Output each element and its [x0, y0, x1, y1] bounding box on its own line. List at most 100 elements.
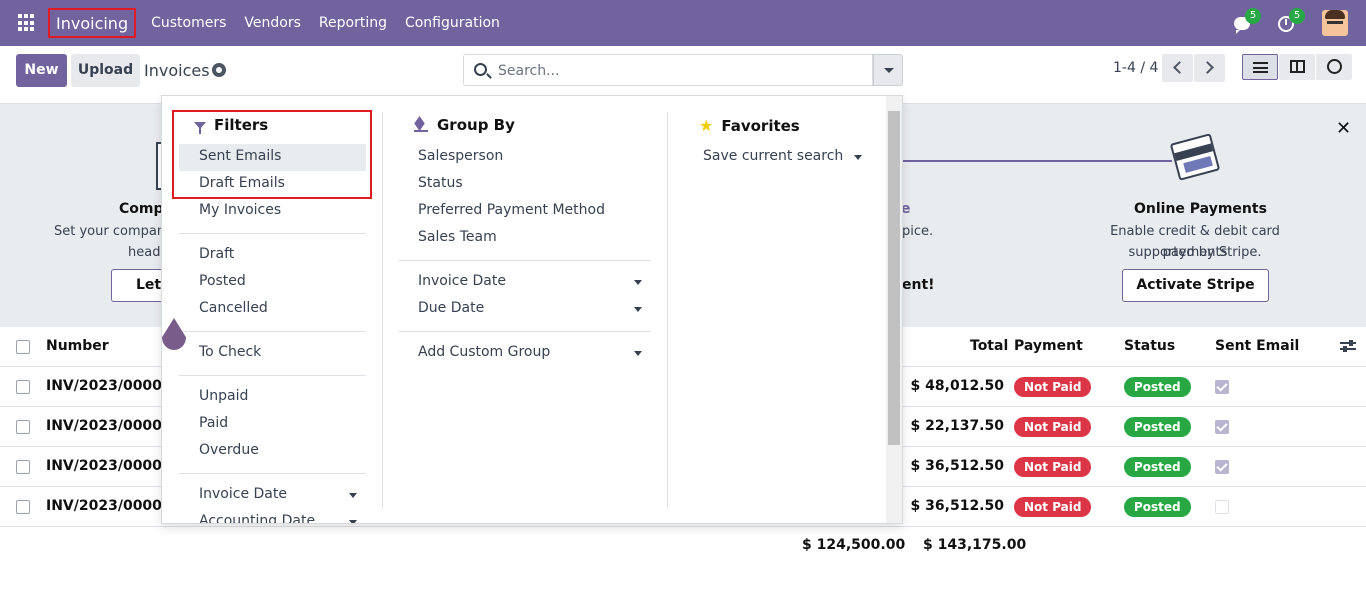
column-payment[interactable]: Payment [1014, 338, 1083, 354]
add-custom-group-select[interactable]: Add Custom Group [418, 339, 550, 366]
filter-cancelled[interactable]: Cancelled [199, 295, 268, 322]
list-view-button[interactable] [1242, 54, 1278, 80]
upload-button[interactable]: Upload [71, 54, 140, 87]
filter-overdue[interactable]: Overdue [199, 437, 259, 464]
filter-draft[interactable]: Draft [199, 241, 234, 268]
app-grid-icon[interactable] [18, 14, 36, 32]
groupby-preferred-payment-method[interactable]: Preferred Payment Method [418, 197, 605, 224]
chevron-down-icon [634, 280, 642, 285]
payment-badge: Not Paid [1014, 377, 1092, 397]
pager-value[interactable]: 1-4 / 4 [1113, 60, 1158, 76]
row-checkbox[interactable] [16, 460, 30, 474]
activity-view-button[interactable] [1316, 54, 1352, 80]
invoice-total: $ 48,012.50 [910, 378, 1004, 394]
row-checkbox[interactable] [16, 500, 30, 514]
groupby-invoice-date[interactable]: Invoice Date [418, 268, 506, 295]
filter-accounting-date[interactable]: Accounting Date [199, 508, 315, 523]
filter-my-invoices[interactable]: My Invoices [199, 197, 281, 224]
filter-unpaid[interactable]: Unpaid [199, 383, 248, 410]
filter-posted[interactable]: Posted [199, 268, 246, 295]
chevron-down-icon [349, 520, 357, 523]
activate-stripe-button[interactable]: Activate Stripe [1122, 269, 1269, 302]
page-title: Invoices [144, 61, 210, 80]
select-all-checkbox[interactable] [16, 340, 30, 354]
user-avatar[interactable] [1322, 10, 1348, 36]
footer-grand-total: $ 143,175.00 [923, 537, 1027, 553]
menu-customers[interactable]: Customers [142, 15, 235, 31]
star-icon: ★ [699, 116, 714, 135]
column-divider [382, 112, 383, 508]
column-number[interactable]: Number [46, 338, 109, 354]
divider [398, 331, 651, 332]
chevron-right-icon [1201, 61, 1214, 74]
divider [179, 375, 366, 376]
invoice-number: INV/2023/00003 [46, 378, 172, 394]
search-options-toggle[interactable] [873, 54, 903, 86]
step-invoice-button[interactable]: ent! [902, 277, 935, 293]
list-icon [1253, 62, 1268, 73]
gear-icon[interactable] [212, 63, 226, 77]
menu-reporting[interactable]: Reporting [310, 15, 396, 31]
save-current-search[interactable]: Save current search [703, 143, 843, 170]
payment-badge: Not Paid [1014, 497, 1092, 517]
search-input[interactable] [498, 61, 858, 81]
groupby-status[interactable]: Status [418, 170, 463, 197]
column-status[interactable]: Status [1124, 338, 1175, 354]
step-connector [902, 160, 1172, 162]
invoice-total: $ 22,137.50 [910, 418, 1004, 434]
navbar-systray: 5 5 [1234, 0, 1366, 46]
payment-badge: Not Paid [1014, 457, 1092, 477]
discuss-button[interactable]: 5 [1234, 8, 1261, 34]
step-payments-title: Online Payments [1134, 201, 1267, 217]
step-invoice-desc: pice. [902, 224, 934, 239]
clock-icon [1327, 59, 1342, 74]
chevron-down-icon [854, 155, 862, 160]
step-company-desc: Set your company' [54, 224, 177, 239]
app-name[interactable]: Invoicing [48, 8, 137, 38]
layers-icon [414, 118, 428, 132]
filter-paid[interactable]: Paid [199, 410, 228, 437]
payment-badge: Not Paid [1014, 417, 1092, 437]
annotation-highlight [172, 110, 372, 199]
menu-configuration[interactable]: Configuration [396, 15, 509, 31]
kanban-view-button[interactable] [1279, 54, 1315, 80]
menu-vendors[interactable]: Vendors [235, 15, 309, 31]
divider [179, 331, 366, 332]
row-checkbox[interactable] [16, 420, 30, 434]
dropdown-scrollbar-thumb[interactable] [888, 111, 900, 445]
chevron-down-icon [634, 307, 642, 312]
favorites-title: Favorites [721, 116, 800, 135]
optional-columns-icon[interactable] [1340, 339, 1356, 353]
invoice-total: $ 36,512.50 [910, 458, 1004, 474]
new-button[interactable]: New [16, 54, 67, 87]
chevron-down-icon [634, 351, 642, 356]
filter-invoice-date[interactable]: Invoice Date [199, 481, 287, 508]
pager-next-button[interactable] [1194, 54, 1225, 82]
favorites-heading: ★ Favorites [699, 116, 800, 135]
sent-email-checkbox [1215, 500, 1229, 514]
credit-card-illustration [1169, 130, 1221, 188]
main-menu: Customers Vendors Reporting Configuratio… [142, 15, 509, 31]
groupby-salesperson[interactable]: Salesperson [418, 143, 503, 170]
column-total[interactable]: Total [970, 338, 1008, 354]
step-payments-desc-2: supported by Stripe. [1128, 245, 1262, 260]
row-checkbox[interactable] [16, 380, 30, 394]
search-icon [474, 63, 487, 76]
column-sent-email[interactable]: Sent Email [1215, 338, 1299, 354]
activity-button[interactable]: 5 [1278, 8, 1305, 33]
status-badge: Posted [1124, 417, 1191, 437]
divider [179, 233, 366, 234]
column-divider [667, 112, 668, 508]
top-navbar: Invoicing Customers Vendors Reporting Co… [0, 0, 1366, 46]
invoice-total: $ 36,512.50 [910, 498, 1004, 514]
filter-to-check[interactable]: To Check [199, 339, 261, 366]
status-badge: Posted [1124, 457, 1191, 477]
close-icon[interactable]: ✕ [1336, 118, 1351, 139]
invoice-number: INV/2023/00001 [46, 498, 172, 514]
group-by-heading: Group By [414, 116, 515, 134]
status-badge: Posted [1124, 497, 1191, 517]
divider [398, 260, 651, 261]
pager-previous-button[interactable] [1162, 54, 1193, 82]
groupby-sales-team[interactable]: Sales Team [418, 224, 497, 251]
groupby-due-date[interactable]: Due Date [418, 295, 484, 322]
